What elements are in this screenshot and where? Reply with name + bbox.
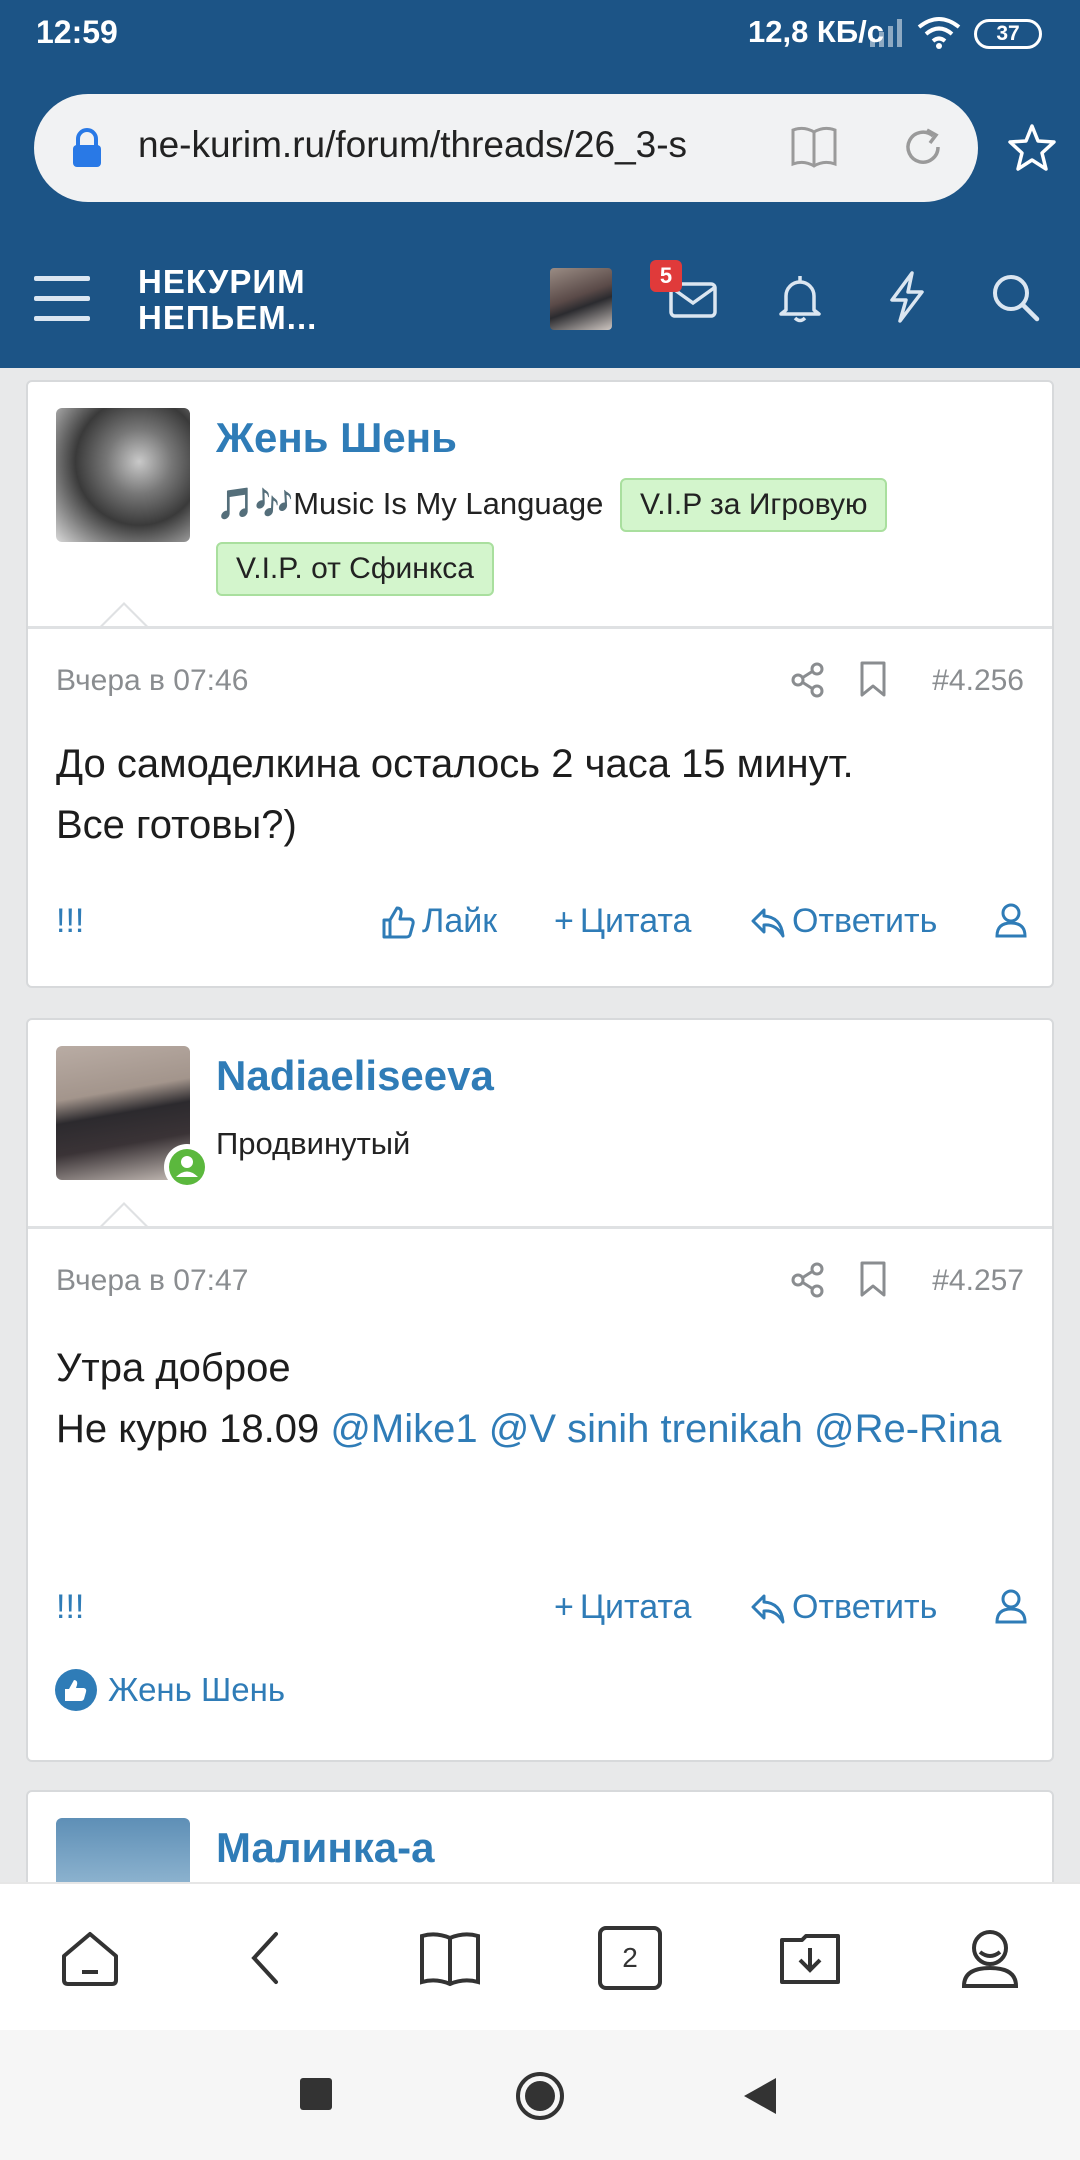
reload-icon[interactable] <box>900 124 946 170</box>
mention-link[interactable]: @V sinih trenikah <box>489 1407 803 1451</box>
quote-label: Цитата <box>579 902 692 940</box>
status-bar: 12:59 12,8 КБ/с 37 <box>0 0 1080 70</box>
reply-label: Ответить <box>792 1588 938 1626</box>
quote-button[interactable]: + Цитата <box>554 902 691 941</box>
quote-button[interactable]: + Цитата <box>554 1588 691 1627</box>
signal-icon <box>870 19 902 47</box>
post-text-line: Утра доброе <box>56 1346 291 1390</box>
bookmark-icon[interactable] <box>858 660 888 698</box>
reply-label: Ответить <box>792 902 938 940</box>
plus-icon: + <box>554 902 574 940</box>
downloads-icon[interactable] <box>778 1926 842 1990</box>
forum-post: Жень Шень 🎵🎶Music Is My Language V.I.P з… <box>26 380 1054 988</box>
system-nav-bar <box>0 2030 1080 2160</box>
thumbs-up-icon <box>382 906 415 938</box>
logo-line-1: НЕКУРИМ <box>138 263 306 300</box>
search-icon[interactable] <box>990 272 1040 322</box>
bookmark-star-icon[interactable] <box>1006 122 1058 174</box>
logo-line-2: НЕПЬЕМ... <box>138 299 318 336</box>
lightning-bolt-icon[interactable] <box>882 270 930 324</box>
plus-icon: + <box>554 1588 574 1626</box>
url-text[interactable]: ne-kurim.ru/forum/threads/26_3-s <box>138 124 778 166</box>
post-text-line: До самоделкина осталось 2 часа 15 минут. <box>56 742 854 786</box>
report-button[interactable]: !!! <box>56 902 84 941</box>
divider <box>28 626 1052 629</box>
home-icon[interactable] <box>58 1926 122 1990</box>
wifi-icon <box>917 17 961 49</box>
net-speed: 12,8 КБ/с <box>747 14 884 49</box>
back-triangle-icon[interactable] <box>742 2076 778 2116</box>
user-profile-icon[interactable] <box>994 1588 1028 1624</box>
back-icon[interactable] <box>236 1926 300 1990</box>
site-header: НЕКУРИМ НЕПЬЕМ... 5 <box>0 236 1080 368</box>
post-text: Не курю 18.09 <box>56 1407 331 1451</box>
post-author-block: Nadiaeliseeva Продвинутый <box>28 1020 1052 1230</box>
like-label: Лайк <box>422 902 498 940</box>
hamburger-menu-icon[interactable] <box>32 270 92 326</box>
reply-button[interactable]: Ответить <box>750 902 937 941</box>
online-status-icon <box>164 1144 210 1190</box>
author-title: 🎵🎶Music Is My Language <box>216 486 604 521</box>
current-user-avatar[interactable] <box>550 268 612 330</box>
author-username[interactable]: Жень Шень <box>216 414 457 462</box>
forum-post: Nadiaeliseeva Продвинутый Вчера в 07:47 … <box>26 1018 1054 1762</box>
address-bar[interactable]: ne-kurim.ru/forum/threads/26_3-s <box>34 94 978 202</box>
post-number[interactable]: #4.257 <box>932 1264 1024 1298</box>
user-profile-icon[interactable] <box>994 902 1028 938</box>
user-banner: V.I.P за Игровую <box>619 478 888 532</box>
browser-bottom-nav: 2 <box>0 1882 1080 2030</box>
post-date[interactable]: Вчера в 07:47 <box>56 1264 248 1298</box>
share-icon[interactable] <box>790 662 826 698</box>
reply-arrow-icon <box>751 1594 785 1623</box>
profile-icon[interactable] <box>958 1926 1022 1990</box>
bookmarks-book-icon[interactable] <box>418 1926 482 1990</box>
author-pointer <box>98 602 150 628</box>
author-username[interactable]: Nadiaeliseeva <box>216 1052 494 1100</box>
bell-icon[interactable] <box>776 272 824 324</box>
author-username[interactable]: Малинка-а <box>216 1824 434 1872</box>
tabs-button[interactable]: 2 <box>598 1926 662 1990</box>
user-banner: V.I.P. от Сфинкса <box>216 542 494 596</box>
report-button[interactable]: !!! <box>56 1588 84 1627</box>
liked-by-user[interactable]: Жень Шень <box>108 1671 285 1709</box>
home-circle-icon[interactable] <box>514 2070 566 2122</box>
author-title: Продвинутый <box>216 1126 411 1161</box>
post-date[interactable]: Вчера в 07:46 <box>56 664 248 698</box>
author-pointer <box>98 1202 150 1228</box>
mention-link[interactable]: @Re-Rina <box>814 1407 1001 1451</box>
post-author-block: Жень Шень 🎵🎶Music Is My Language V.I.P з… <box>28 382 1052 622</box>
share-icon[interactable] <box>790 1262 826 1298</box>
inbox-count-badge: 5 <box>650 260 682 292</box>
quote-label: Цитата <box>579 1588 692 1626</box>
recents-icon[interactable] <box>300 2078 332 2110</box>
site-logo[interactable]: НЕКУРИМ НЕПЬЕМ... <box>138 264 317 336</box>
reaction-summary[interactable]: Жень Шень <box>54 1668 285 1712</box>
reader-mode-icon[interactable] <box>790 124 838 170</box>
bookmark-icon[interactable] <box>858 1260 888 1298</box>
lock-icon <box>73 128 101 167</box>
divider <box>28 1226 1052 1229</box>
status-time: 12:59 <box>36 14 118 50</box>
post-body: Утра доброе Не курю 18.09 @Mike1 @V sini… <box>56 1338 1024 1460</box>
post-number[interactable]: #4.256 <box>932 664 1024 698</box>
author-avatar[interactable] <box>56 408 190 542</box>
post-actions: !!! + Цитата Ответить <box>28 1588 1052 1644</box>
post-actions: !!! Лайк + Цитата Ответить <box>28 902 1052 958</box>
battery-icon: 37 <box>974 19 1042 49</box>
mention-link[interactable]: @Mike1 <box>330 1407 477 1451</box>
reply-button[interactable]: Ответить <box>750 1588 937 1627</box>
post-text-line: Все готовы?) <box>56 803 297 847</box>
reply-arrow-icon <box>751 908 785 937</box>
like-button[interactable]: Лайк <box>380 902 497 941</box>
post-text-line: Не курю 18.09 @Mike1 @V sinih trenikah @… <box>56 1399 1024 1460</box>
author-title-row: 🎵🎶Music Is My Language V.I.P за Игровую <box>216 478 888 532</box>
browser-chrome: 12:59 12,8 КБ/с 37 ne-kurim.ru/forum/thr… <box>0 0 1080 368</box>
like-reaction-icon <box>55 1669 97 1711</box>
post-body: До самоделкина осталось 2 часа 15 минут.… <box>56 734 1024 856</box>
